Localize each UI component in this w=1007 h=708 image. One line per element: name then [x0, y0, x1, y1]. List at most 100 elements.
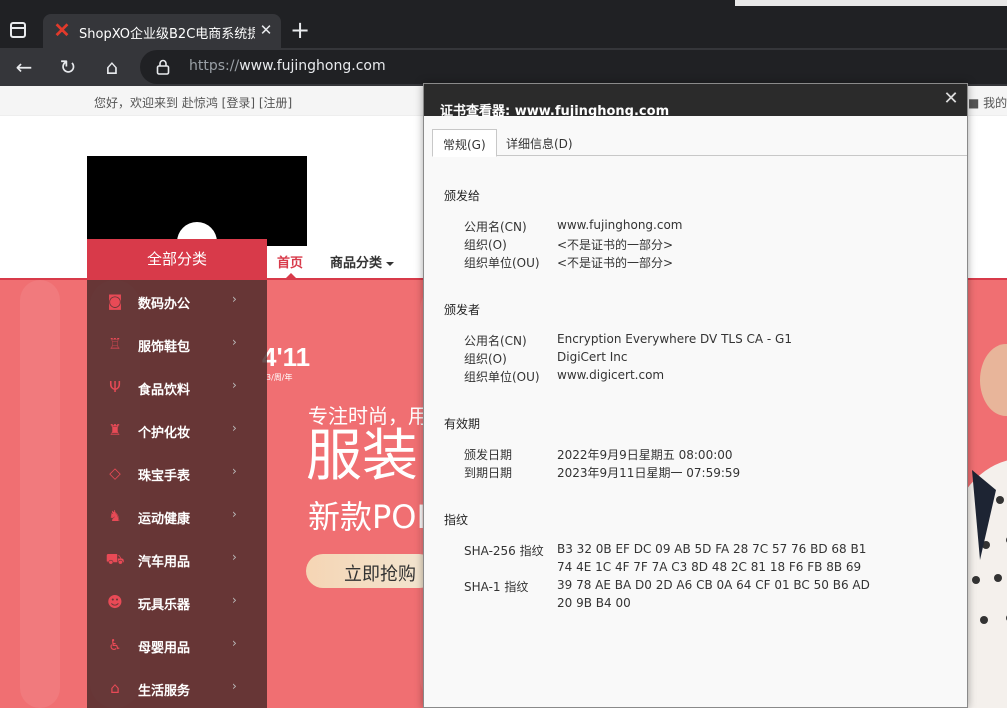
category-label: 生活服务: [138, 684, 191, 699]
chevron-right-icon: ›: [232, 421, 237, 435]
category-item[interactable]: ◙ 数码办公 ›: [87, 280, 267, 323]
window-top-strip: [735, 0, 1007, 6]
chevron-right-icon: ›: [232, 679, 237, 693]
category-item[interactable]: ☻ 玩具乐器 ›: [87, 581, 267, 624]
tab-general[interactable]: 常规(G): [432, 129, 497, 157]
register-link[interactable]: [注册]: [259, 96, 292, 110]
anniversary-sub: 3/周/年: [266, 373, 293, 382]
nav-home[interactable]: 首页: [277, 252, 303, 271]
field-value: 2023年9月11日星期一 07:59:59: [557, 466, 741, 480]
bear-icon: ☻: [107, 593, 123, 611]
category-label: 食品饮料: [138, 383, 191, 398]
section-issued-by: 颁发者: [444, 303, 481, 317]
field-label: 公用名(CN): [464, 220, 527, 234]
category-item[interactable]: ♞ 运动健康 ›: [87, 495, 267, 538]
model-photo: [966, 344, 1007, 708]
chevron-right-icon: ›: [232, 636, 237, 650]
category-item[interactable]: ⛟ 汽车用品 ›: [87, 538, 267, 581]
chevron-right-icon: ›: [232, 507, 237, 521]
nav-active-indicator: [286, 273, 296, 278]
section-fingerprints: 指纹: [444, 513, 469, 527]
chevron-right-icon: ›: [232, 593, 237, 607]
buy-now-button[interactable]: 立即抢购: [306, 554, 436, 588]
new-tab-icon[interactable]: +: [288, 18, 312, 42]
chevron-right-icon: ›: [232, 464, 237, 478]
banner-stripe: [20, 280, 60, 708]
welcome-message: 您好，欢迎来到 赴惊鸿: [94, 96, 218, 110]
browser-tab[interactable]: ✕ ShopXO企业级B2C电商系统提供 ✕: [43, 14, 281, 48]
nav-categories[interactable]: 商品分类: [330, 252, 395, 271]
field-label: 组织(O): [464, 352, 507, 366]
tab-close-icon[interactable]: ✕: [257, 20, 275, 40]
car-icon: ⛟: [105, 550, 125, 568]
url-field[interactable]: https://www.fujinghong.com: [140, 50, 1007, 84]
field-label: 组织单位(OU): [464, 256, 540, 270]
category-label: 个护化妆: [138, 426, 191, 441]
diamond-icon: ◇: [109, 464, 121, 482]
anniversary-badge: 4'11: [262, 342, 311, 372]
welcome-text: 您好，欢迎来到 赴惊鸿 [登录] [注册]: [94, 94, 292, 111]
category-item[interactable]: ♿ 母婴用品 ›: [87, 624, 267, 667]
chevron-right-icon: ›: [232, 292, 237, 306]
field-label: 组织单位(OU): [464, 370, 540, 384]
banner-headline: 服装: [306, 424, 418, 489]
sha256-label: SHA-256 指纹: [464, 544, 544, 558]
tab-details[interactable]: 详细信息(D): [496, 129, 583, 156]
bottle-icon: ♜: [108, 421, 122, 439]
category-item[interactable]: ⌂ 生活服务 ›: [87, 667, 267, 708]
home-icon[interactable]: ⌂: [99, 54, 125, 80]
address-bar-row: ← ↻ ⌂ https://www.fujinghong.com: [0, 48, 1007, 86]
utensils-icon: Ψ: [109, 378, 121, 396]
site-logo[interactable]: [87, 156, 307, 246]
caret-down-icon: [386, 261, 395, 266]
category-label: 珠宝手表: [138, 469, 191, 484]
category-item[interactable]: ♖ 服饰鞋包 ›: [87, 323, 267, 366]
category-label: 数码办公: [138, 297, 191, 312]
field-value: www.fujinghong.com: [557, 218, 683, 232]
login-link[interactable]: [登录]: [222, 96, 255, 110]
url-text: https://www.fujinghong.com: [189, 58, 386, 74]
field-label: 颁发日期: [464, 448, 513, 462]
category-item[interactable]: Ψ 食品饮料 ›: [87, 366, 267, 409]
category-item[interactable]: ◇ 珠宝手表 ›: [87, 452, 267, 495]
browser-tab-bar: ✕ ShopXO企业级B2C电商系统提供 ✕ +: [0, 0, 1007, 48]
sha1-value-cont: 20 9B B4 00: [557, 596, 631, 610]
field-label: 组织(O): [464, 238, 507, 252]
field-value: <不是证书的一部分>: [557, 256, 674, 270]
runner-icon: ♞: [108, 507, 122, 525]
category-label: 母婴用品: [138, 641, 191, 656]
dialog-tabs: 常规(G) 详细信息(D): [432, 128, 967, 157]
sha256-value-cont: 74 4E 1C 4F 7F 7A C3 8D 48 2C 81 18 F6 F…: [557, 560, 862, 574]
category-label: 汽车用品: [138, 555, 191, 570]
dialog-title: 证书查看器: www.fujinghong.com: [440, 104, 670, 119]
field-value: 2022年9月9日星期五 08:00:00: [557, 448, 733, 462]
field-value: DigiCert Inc: [557, 350, 628, 364]
banner-subline: 新款POI: [308, 498, 426, 536]
reload-icon[interactable]: ↻: [55, 54, 81, 80]
tab-actions-icon[interactable]: [10, 22, 26, 38]
field-label: 到期日期: [464, 466, 513, 480]
chevron-right-icon: ›: [232, 378, 237, 392]
sha1-label: SHA-1 指纹: [464, 580, 529, 594]
field-value: www.digicert.com: [557, 368, 665, 382]
x-logo-icon: ✕: [53, 20, 71, 42]
close-icon[interactable]: ✕: [940, 88, 962, 110]
box-icon: ■: [968, 96, 980, 110]
shirt-icon: ♖: [108, 335, 122, 353]
certificate-viewer-dialog: 证书查看器: www.fujinghong.com ✕ 常规(G) 详细信息(D…: [423, 83, 968, 708]
chevron-right-icon: ›: [232, 550, 237, 564]
sha1-value: 39 78 AE BA D0 2D A6 CB 0A 64 CF 01 BC 5…: [557, 578, 870, 592]
back-icon[interactable]: ←: [11, 54, 37, 80]
category-label: 服饰鞋包: [138, 340, 191, 355]
field-label: 公用名(CN): [464, 334, 527, 348]
category-label: 运动健康: [138, 512, 191, 527]
all-categories-header[interactable]: 全部分类: [87, 239, 267, 280]
lock-icon[interactable]: [156, 59, 170, 75]
category-list: ◙ 数码办公 › ♖ 服饰鞋包 › Ψ 食品饮料 › ♜ 个护化妆 › ◇ 珠宝…: [87, 280, 267, 708]
camera-icon: ◙: [107, 292, 123, 310]
my-account-link[interactable]: ■ 我的: [968, 94, 1007, 111]
house-icon: ⌂: [110, 679, 120, 697]
chevron-right-icon: ›: [232, 335, 237, 349]
sha256-value: B3 32 0B EF DC 09 AB 5D FA 28 7C 57 76 B…: [557, 542, 867, 556]
category-item[interactable]: ♜ 个护化妆 ›: [87, 409, 267, 452]
